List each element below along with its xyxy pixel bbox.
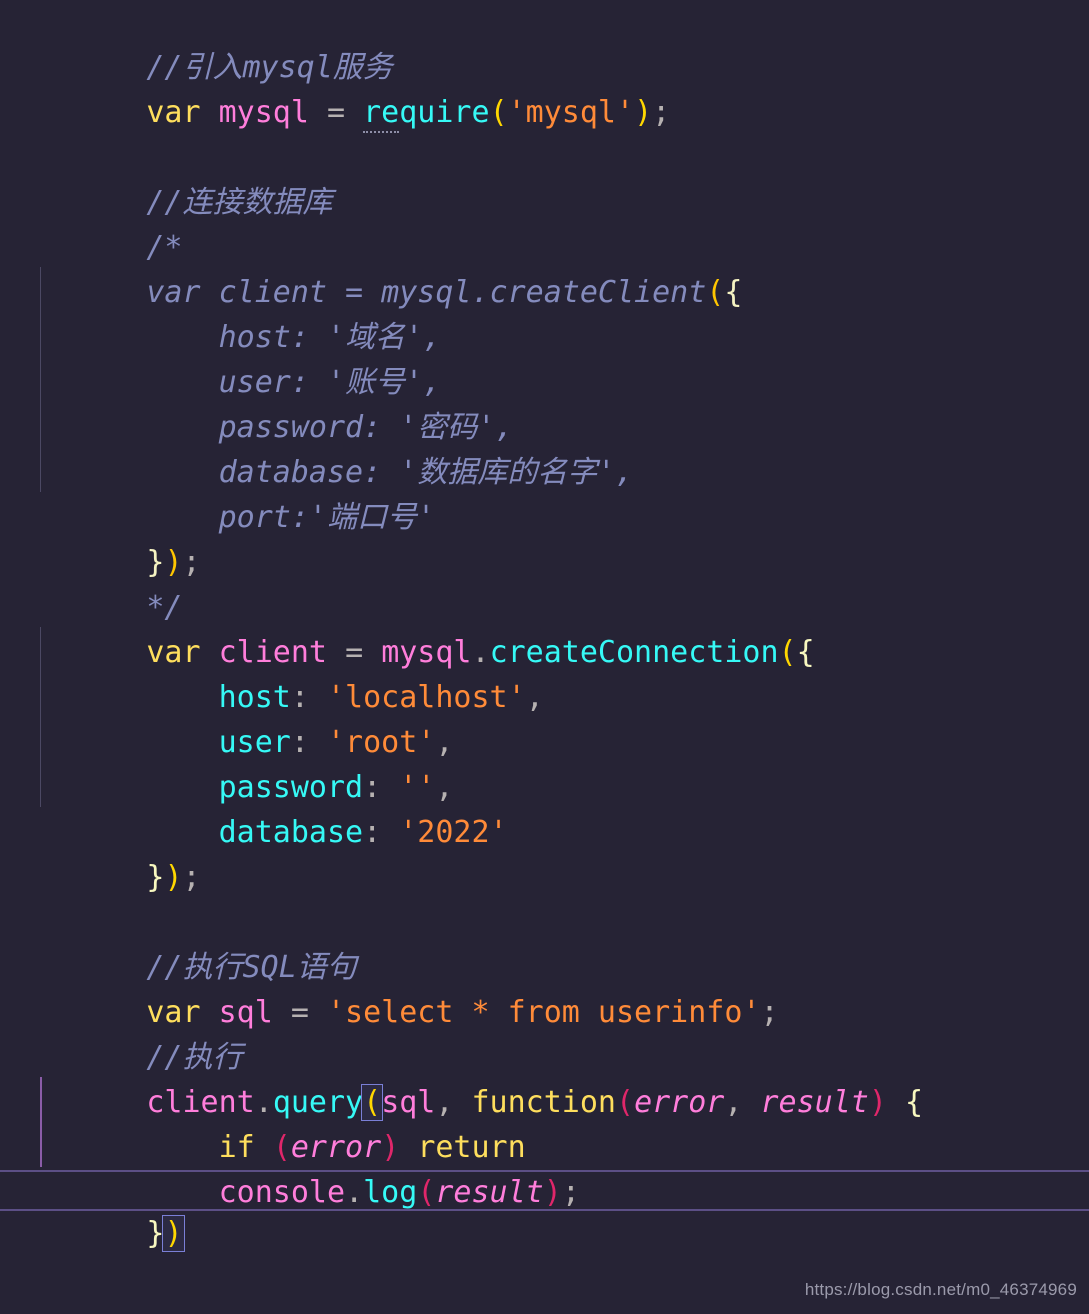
code-line[interactable]: host: 'localhost', [0, 630, 1089, 715]
code-line[interactable]: host: '域名', [0, 270, 1089, 355]
code-line[interactable]: database: '数据库的名字', [0, 405, 1089, 490]
bracket-match-paren-close: ) [162, 1215, 185, 1252]
code-line[interactable]: }); [0, 810, 1089, 895]
code-line[interactable]: console.log(result); [0, 1125, 1089, 1210]
code-line[interactable]: client.query(sql, function(error, result… [0, 1035, 1089, 1121]
code-line[interactable]: */ [0, 540, 1089, 625]
code-editor[interactable]: //引入mysql服务 var mysql = require('mysql')… [0, 0, 1089, 1314]
code-line[interactable]: database: '2022' [0, 765, 1089, 850]
code-line[interactable]: password: '密码', [0, 360, 1089, 445]
watermark-url: https://blog.csdn.net/m0_46374969 [804, 1280, 1077, 1299]
bracket-brace-close: } [146, 1216, 165, 1251]
code-line[interactable]: if (error) return [0, 1080, 1089, 1165]
code-line-current[interactable]: }) [0, 1170, 1089, 1252]
code-line-blank[interactable] [0, 855, 1089, 900]
code-content[interactable]: //引入mysql服务 var mysql = require('mysql')… [0, 0, 1089, 1252]
code-line[interactable]: var client = mysql.createClient({ [0, 225, 1089, 310]
code-line[interactable]: }); [0, 495, 1089, 580]
code-line[interactable]: //执行 [0, 990, 1089, 1075]
code-line[interactable]: user: 'root', [0, 675, 1089, 760]
code-line[interactable]: /* [0, 180, 1089, 265]
code-line[interactable]: var mysql = require('mysql'); [0, 45, 1089, 133]
code-line[interactable]: var sql = 'select * from userinfo'; [0, 945, 1089, 1030]
code-line[interactable]: var client = mysql.createConnection({ [0, 585, 1089, 670]
code-line-blank[interactable] [0, 90, 1089, 135]
code-line[interactable]: //连接数据库 [0, 135, 1089, 220]
code-line[interactable]: port:'端口号' [0, 450, 1089, 535]
code-line[interactable]: password: '', [0, 720, 1089, 805]
code-line[interactable]: //执行SQL语句 [0, 900, 1089, 985]
code-line[interactable]: user: '账号', [0, 315, 1089, 400]
code-line[interactable]: //引入mysql服务 [0, 0, 1089, 85]
